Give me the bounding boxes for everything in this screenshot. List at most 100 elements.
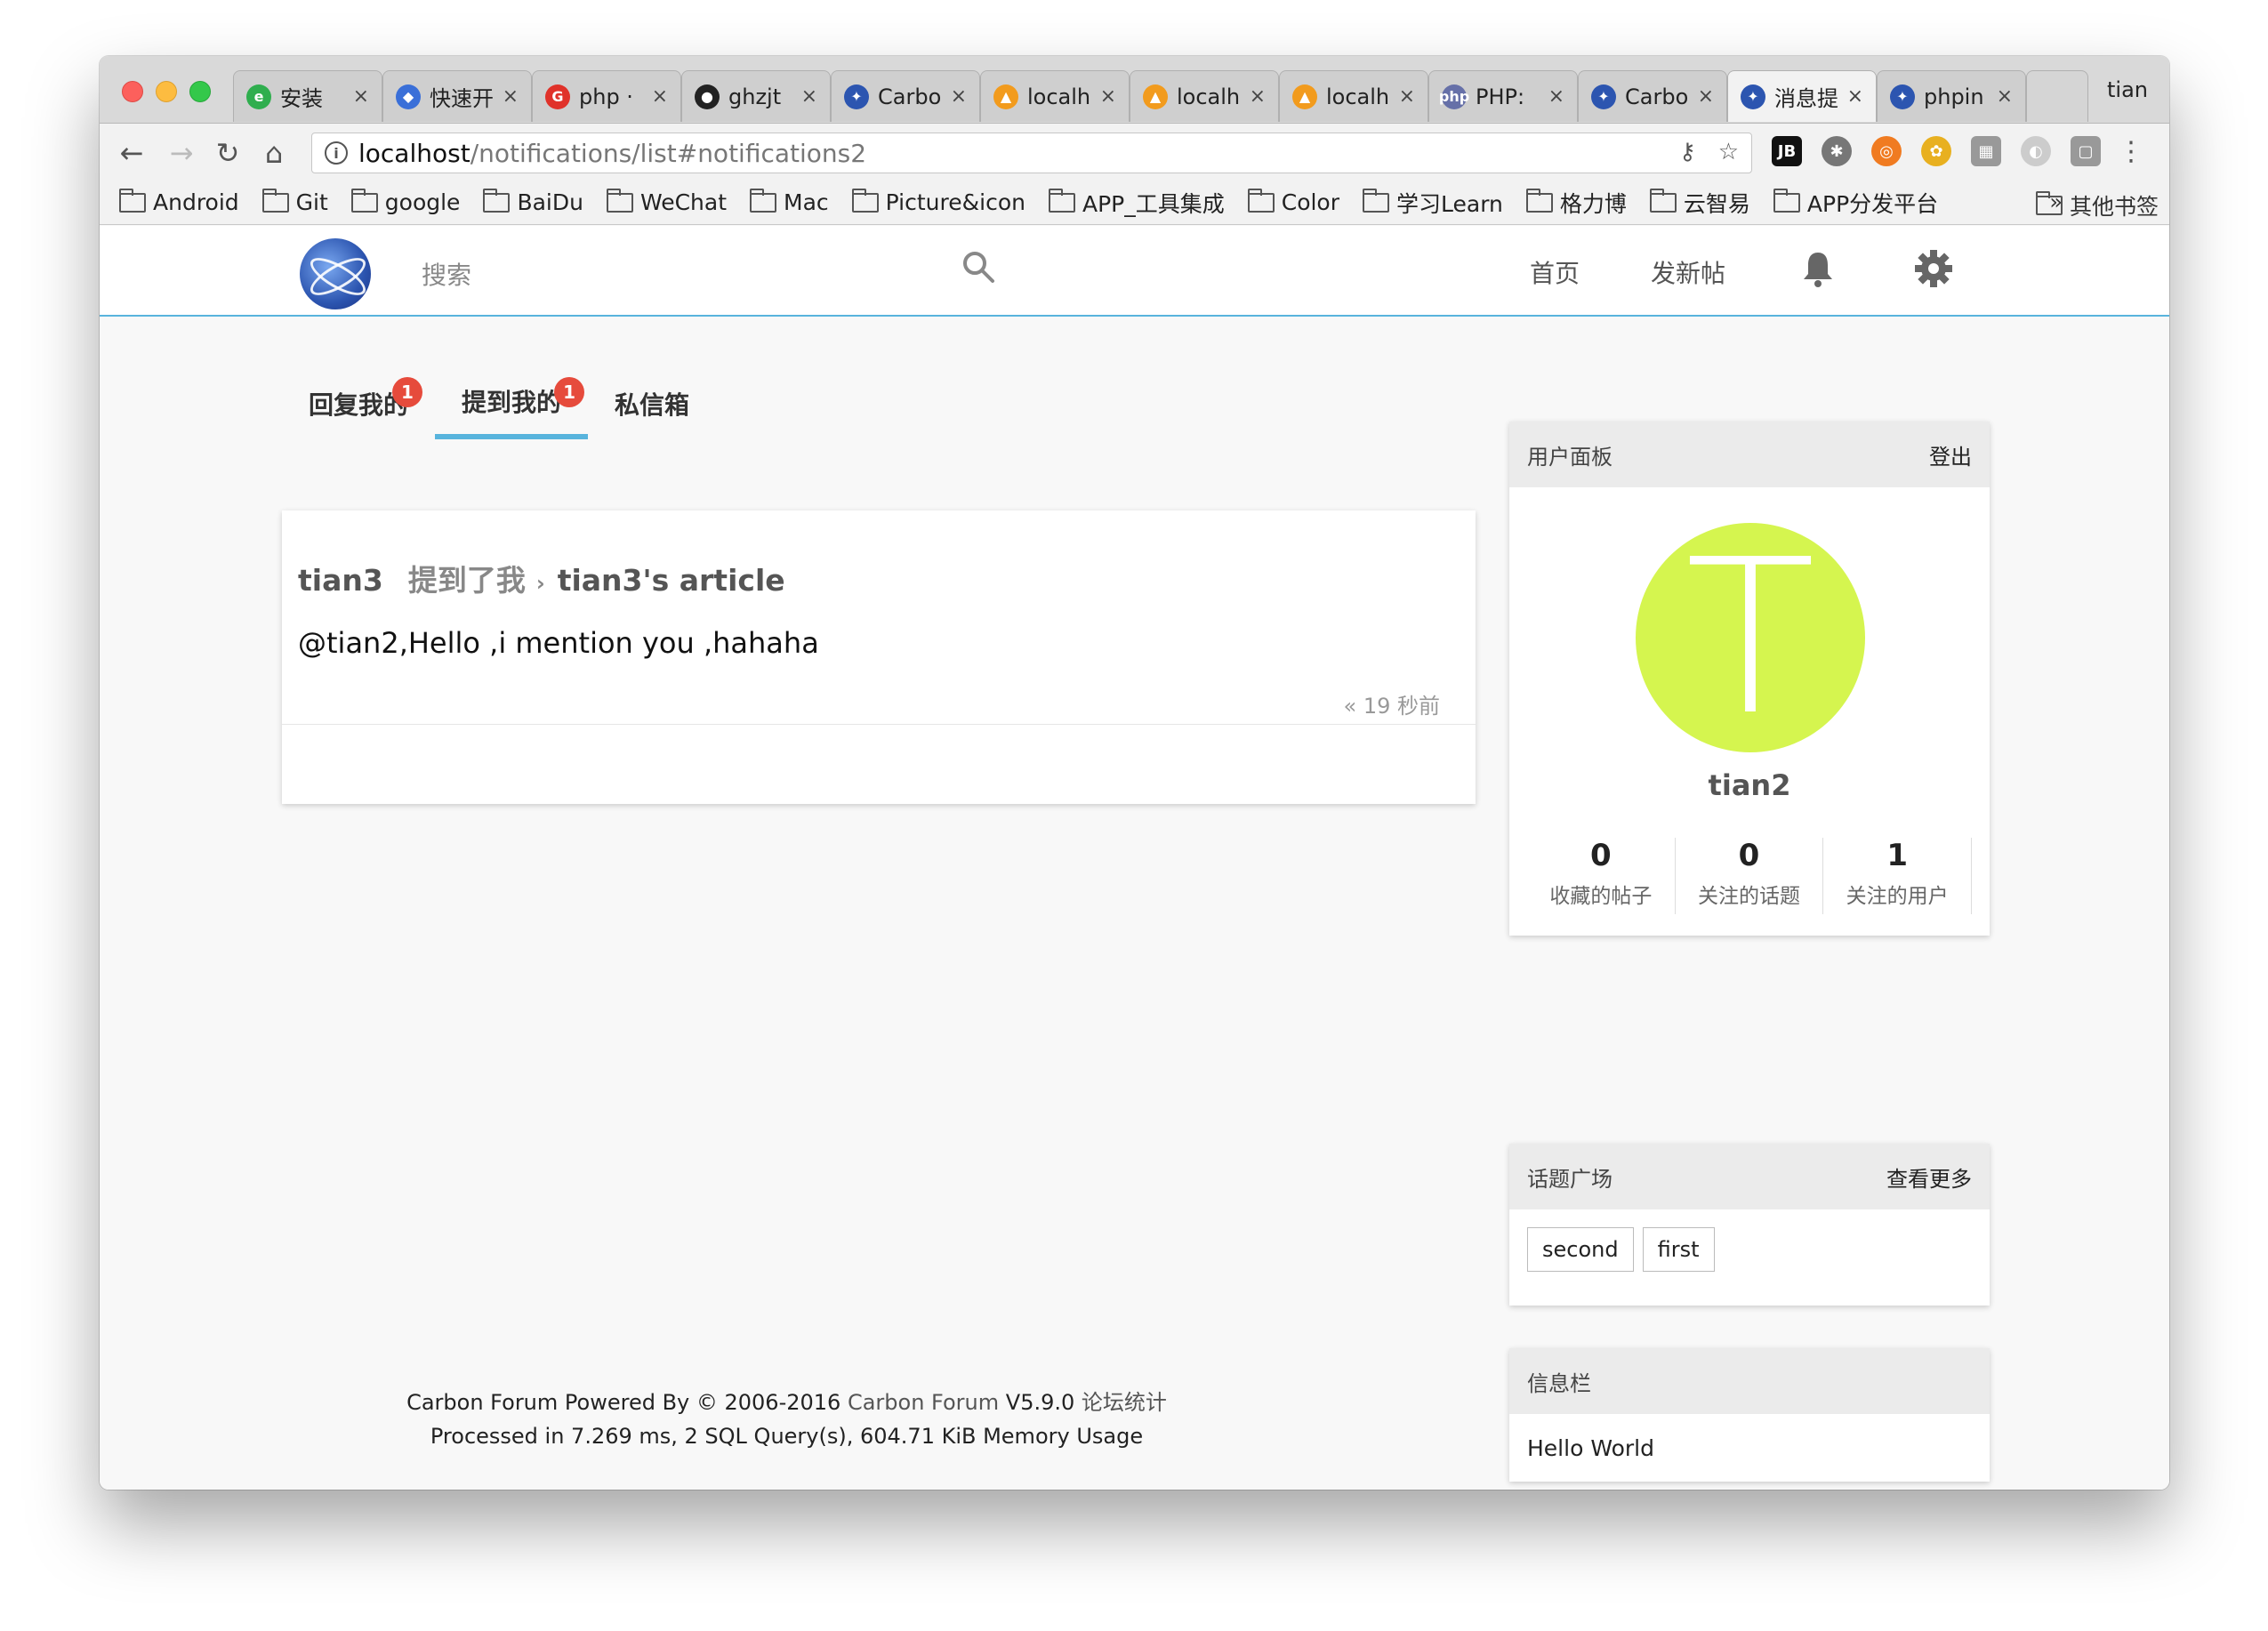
folder-icon	[851, 188, 879, 213]
carbon-forum-link[interactable]: Carbon Forum	[848, 1390, 999, 1415]
close-tab-icon[interactable]: ×	[1997, 85, 2013, 108]
grey-extension-icon[interactable]: ◐	[2021, 136, 2051, 166]
tab-title: localh	[1177, 84, 1241, 109]
close-tab-icon[interactable]: ×	[1847, 85, 1863, 108]
topic-tag[interactable]: first	[1642, 1227, 1715, 1272]
folder-icon	[261, 188, 289, 213]
page-footer: Carbon Forum Powered By © 2006-2016 Carb…	[100, 1386, 1474, 1453]
avatar-letter: T	[1685, 513, 1816, 762]
close-tab-icon[interactable]: ×	[652, 85, 668, 108]
site-info-icon[interactable]: i	[325, 141, 348, 165]
stat-favorite-posts[interactable]: 0 收藏的帖子	[1527, 838, 1676, 914]
search-input[interactable]: 搜索	[422, 256, 471, 292]
bookmark-folder[interactable]: google	[350, 188, 460, 215]
info-panel-body: Hello World	[1527, 1435, 1654, 1461]
new-tab-button[interactable]	[2026, 70, 2088, 122]
close-tab-icon[interactable]: ×	[951, 85, 967, 108]
tab-mentions[interactable]: 提到我的 1	[435, 368, 589, 439]
bookmark-folder[interactable]: 格力博	[1525, 187, 1627, 219]
bookmark-folder[interactable]: Picture&icon	[851, 188, 1025, 215]
avatar[interactable]: T	[1636, 523, 1865, 752]
bookmark-folder[interactable]: Mac	[750, 188, 829, 215]
browser-tab[interactable]: e 安装 ×	[233, 70, 382, 122]
bookmark-folder[interactable]: Android	[119, 188, 239, 215]
profile-name[interactable]: tian	[2107, 77, 2148, 102]
bookmark-star-icon[interactable]: ☆	[1718, 139, 1739, 165]
minimize-window-button[interactable]	[156, 81, 177, 102]
browser-tab[interactable]: ◆ 快速开 ×	[382, 70, 532, 122]
logout-link[interactable]: 登出	[1929, 439, 1972, 470]
bookmark-folder[interactable]: APP_工具集成	[1048, 187, 1225, 219]
bookmark-folder[interactable]: 云智易	[1649, 187, 1750, 219]
maximize-window-button[interactable]	[189, 81, 211, 102]
tab-inbox[interactable]: 私信箱	[588, 368, 716, 439]
notification-user-link[interactable]: tian3	[298, 563, 383, 598]
bookmark-label: 云智易	[1683, 190, 1750, 217]
pinwheel-extension-icon[interactable]: ✿	[1921, 136, 1951, 166]
key-icon[interactable]: ⚷	[1679, 139, 1696, 165]
forum-stats-link[interactable]: 论坛统计	[1082, 1390, 1167, 1415]
browser-tab[interactable]: ✦ phpin ×	[1877, 70, 2026, 122]
close-tab-icon[interactable]: ×	[1250, 85, 1266, 108]
topic-tag[interactable]: second	[1527, 1227, 1634, 1272]
browser-tab[interactable]: ✦ Carbo ×	[831, 70, 980, 122]
view-more-link[interactable]: 查看更多	[1886, 1161, 1972, 1193]
browser-tab[interactable]: ● ghzjt ×	[681, 70, 831, 122]
folder-icon	[2035, 191, 2063, 215]
bookmark-folder[interactable]: Git	[261, 188, 328, 215]
browser-tab[interactable]: ▲ localh ×	[1130, 70, 1279, 122]
close-tab-icon[interactable]: ×	[1399, 85, 1415, 108]
address-bar[interactable]: i localhost/notifications/list#notificat…	[311, 133, 1752, 173]
browser-menu-icon[interactable]: ⋮	[2118, 136, 2144, 167]
tab-replies[interactable]: 回复我的 1	[282, 368, 435, 439]
reload-icon[interactable]: ↻	[212, 136, 244, 170]
close-tab-icon[interactable]: ×	[503, 85, 519, 108]
extension-icons: JB ✱ ◎ ✿ ▦ ◐ ▢	[1772, 136, 2101, 166]
folder-icon	[350, 188, 378, 213]
bookmark-folder[interactable]: 学习Learn	[1363, 187, 1503, 219]
notification-time[interactable]: « 19 秒前	[1344, 688, 1440, 719]
orange-extension-icon[interactable]: ◎	[1871, 136, 1902, 166]
bookmark-folder[interactable]: WeChat	[606, 188, 728, 215]
username[interactable]: tian2	[1509, 768, 1990, 802]
rp-extension-icon[interactable]: ▦	[1971, 136, 2001, 166]
gear-extension-icon[interactable]: ✱	[1822, 136, 1852, 166]
close-tab-icon[interactable]: ×	[1698, 85, 1714, 108]
square-extension-icon[interactable]: ▢	[2071, 136, 2101, 166]
bookmark-label: WeChat	[639, 189, 728, 215]
close-tab-icon[interactable]: ×	[801, 85, 817, 108]
notification-article-link[interactable]: tian3's article	[558, 563, 785, 598]
folder-icon	[119, 188, 146, 213]
home-icon[interactable]: ⌂	[258, 136, 290, 170]
other-bookmarks-label: 其他书签	[2069, 194, 2159, 220]
close-tab-icon[interactable]: ×	[1100, 85, 1116, 108]
chevron-right-icon: ›	[535, 571, 545, 596]
close-tab-icon[interactable]: ×	[353, 85, 369, 108]
close-window-button[interactable]	[122, 81, 143, 102]
other-bookmarks[interactable]: 其他书签	[2035, 189, 2159, 221]
stat-followed-users[interactable]: 1 关注的用户	[1823, 838, 1973, 914]
bookmark-folder[interactable]: APP分发平台	[1773, 187, 1938, 219]
close-tab-icon[interactable]: ×	[1548, 85, 1564, 108]
browser-tab[interactable]: Gphp · ×	[532, 70, 681, 122]
browser-tab[interactable]: ✦ 消息提 ×	[1727, 70, 1877, 122]
nav-home-link[interactable]: 首页	[1530, 254, 1580, 290]
browser-tab[interactable]: ✦ Carbo ×	[1578, 70, 1727, 122]
browser-toolbar: ← → ↻ ⌂ i localhost/notifications/list#n…	[100, 124, 2169, 181]
browser-tab[interactable]: ▲ localh ×	[980, 70, 1130, 122]
forward-arrow-icon[interactable]: →	[165, 136, 197, 170]
back-arrow-icon[interactable]: ←	[116, 136, 148, 170]
browser-tab[interactable]: ▲ localh ×	[1279, 70, 1428, 122]
search-icon[interactable]	[961, 249, 996, 285]
site-logo[interactable]	[300, 238, 371, 309]
nav-new-post-link[interactable]: 发新帖	[1651, 254, 1725, 290]
bookmark-folder[interactable]: BaiDu	[483, 188, 583, 215]
browser-tab[interactable]: php PHP: ×	[1428, 70, 1578, 122]
folder-icon	[606, 188, 633, 213]
bookmark-folder[interactable]: Color	[1247, 188, 1339, 215]
bell-icon[interactable]	[1800, 249, 1836, 288]
stat-followed-topics[interactable]: 0 关注的话题	[1676, 838, 1824, 914]
jetbrains-extension-icon[interactable]: JB	[1772, 136, 1802, 166]
gear-icon[interactable]	[1914, 249, 1953, 288]
bookmark-label: BaiDu	[517, 189, 583, 215]
